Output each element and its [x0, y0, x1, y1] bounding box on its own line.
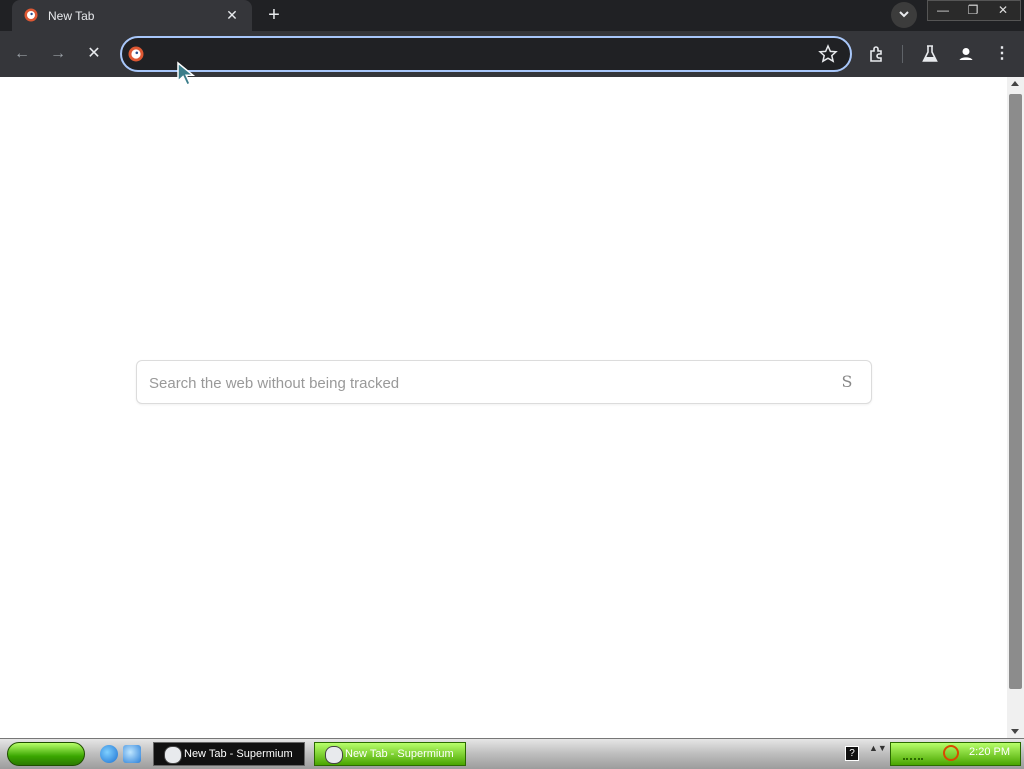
- taskbar-item[interactable]: New Tab - Supermium: [153, 742, 305, 766]
- search-box[interactable]: S: [136, 360, 872, 404]
- address-bar[interactable]: [120, 36, 852, 72]
- minimize-icon[interactable]: —: [928, 1, 958, 20]
- menu-dots-icon[interactable]: ⋮: [990, 42, 1014, 66]
- profile-icon[interactable]: [954, 42, 978, 66]
- extensions-puzzle-icon[interactable]: [865, 42, 889, 66]
- stop-icon[interactable]: ✕: [82, 42, 106, 66]
- scroll-down-icon[interactable]: [1011, 729, 1019, 734]
- forward-arrow-icon[interactable]: →: [46, 42, 70, 66]
- internet-explorer-icon[interactable]: [100, 745, 118, 763]
- scroll-up-icon[interactable]: [1011, 81, 1019, 86]
- help-icon[interactable]: ?: [845, 746, 859, 761]
- tab-search-button[interactable]: [891, 2, 917, 28]
- browser-icon: [164, 746, 182, 764]
- duckduckgo-icon: [128, 46, 144, 62]
- mouse-cursor-icon: [177, 61, 196, 87]
- labs-flask-icon[interactable]: [918, 42, 942, 66]
- taskbar: New Tab - Supermium New Tab - Supermium …: [0, 738, 1024, 769]
- start-button[interactable]: [7, 742, 85, 766]
- clock[interactable]: 2:20 PM: [969, 746, 1010, 758]
- toolbar-divider: [902, 45, 903, 63]
- tab-title: New Tab: [48, 9, 95, 23]
- tray-expand-icon[interactable]: ▲▼: [869, 743, 887, 753]
- toolbar: ← → ✕ ⋮: [0, 31, 1024, 77]
- network-icon[interactable]: [903, 748, 923, 760]
- address-input[interactable]: [154, 44, 798, 66]
- restore-icon[interactable]: ❐: [958, 1, 988, 20]
- close-window-icon[interactable]: ✕: [988, 1, 1018, 20]
- bookmark-star-icon[interactable]: [818, 44, 838, 64]
- taskbar-item-active[interactable]: New Tab - Supermium: [314, 742, 466, 766]
- search-icon[interactable]: [943, 745, 959, 761]
- title-bar: New Tab ✕ + — ❐ ✕: [0, 0, 1024, 31]
- chevron-down-icon: [899, 11, 909, 18]
- tab-new-tab[interactable]: New Tab ✕: [12, 0, 252, 31]
- page-content: S: [0, 77, 1007, 738]
- search-input[interactable]: [147, 371, 811, 395]
- tab-close-icon[interactable]: ✕: [222, 5, 242, 25]
- quick-launch-icon[interactable]: [123, 745, 141, 763]
- back-arrow-icon[interactable]: ←: [10, 42, 34, 66]
- browser-icon: [325, 746, 343, 764]
- vertical-scrollbar[interactable]: [1007, 77, 1024, 738]
- scrollbar-thumb[interactable]: [1009, 94, 1022, 689]
- search-submit-button[interactable]: S: [837, 371, 857, 393]
- system-tray: 2:20 PM: [890, 742, 1021, 766]
- window-controls: — ❐ ✕: [927, 0, 1021, 21]
- duckduckgo-icon: [24, 8, 38, 22]
- new-tab-icon[interactable]: +: [262, 3, 286, 27]
